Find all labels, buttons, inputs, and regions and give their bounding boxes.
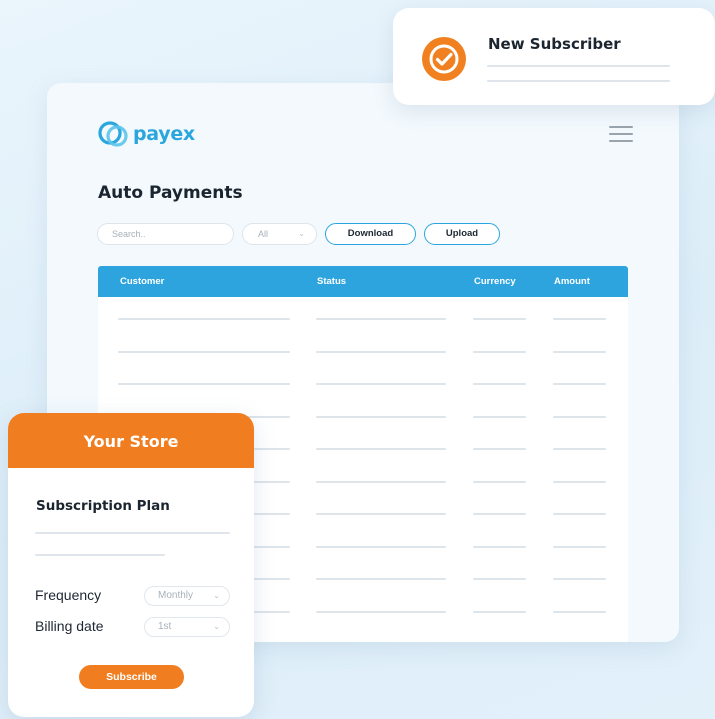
new-subscriber-notification[interactable]: New Subscriber (393, 8, 715, 105)
cell-placeholder-line (553, 415, 606, 418)
column-currency[interactable]: Currency (474, 266, 516, 297)
cell-placeholder-line (473, 350, 526, 353)
cell-placeholder-line (316, 415, 446, 418)
brand-name: payex (133, 123, 195, 145)
cell-placeholder-line (553, 383, 606, 385)
payex-logo-icon (98, 121, 128, 147)
cell-placeholder-line (473, 318, 526, 320)
payex-logo[interactable]: payex (97, 119, 195, 149)
frequency-label: Frequency (35, 587, 102, 603)
column-customer[interactable]: Customer (120, 266, 164, 297)
cell-placeholder-line (553, 545, 606, 548)
billing-date-value: 1st (158, 621, 172, 632)
cell-placeholder-line (316, 448, 446, 450)
cell-placeholder-line (553, 318, 606, 320)
column-status[interactable]: Status (317, 266, 346, 297)
page-title: Auto Payments (98, 183, 243, 203)
your-store-card: Your Store Subscription Plan Frequency M… (8, 413, 254, 717)
cell-placeholder-line (553, 578, 606, 580)
store-header: Your Store (8, 413, 254, 468)
cell-placeholder-line (473, 415, 526, 418)
cell-placeholder-line (316, 318, 446, 320)
cell-placeholder-line (316, 545, 446, 548)
chevron-down-icon: ⌄ (213, 622, 220, 631)
chevron-down-icon: ⌄ (213, 591, 220, 600)
frequency-value: Monthly (158, 590, 194, 601)
cell-placeholder-line (316, 480, 446, 483)
cell-placeholder-line (118, 350, 290, 353)
column-amount[interactable]: Amount (554, 266, 590, 297)
cell-placeholder-line (473, 578, 526, 580)
subscribe-button[interactable]: Subscribe (79, 665, 184, 689)
upload-button[interactable]: Upload (424, 223, 500, 245)
cell-placeholder-line (473, 448, 526, 450)
notification-title: New Subscriber (488, 35, 621, 53)
cell-placeholder-line (316, 383, 446, 385)
cell-placeholder-line (473, 513, 526, 515)
billing-date-label: Billing date (35, 618, 104, 634)
cell-placeholder-line (316, 610, 446, 613)
check-circle-icon (422, 37, 466, 81)
cell-placeholder-line (316, 350, 446, 353)
plan-description-line (35, 532, 230, 534)
cell-placeholder-line (118, 383, 290, 385)
cell-placeholder-line (553, 448, 606, 450)
plan-description-line (35, 554, 165, 556)
notification-text-line (487, 80, 670, 82)
chevron-down-icon: ⌄ (298, 229, 305, 238)
search-input[interactable] (97, 223, 234, 245)
hamburger-menu-icon[interactable] (609, 126, 633, 144)
cell-placeholder-line (553, 610, 606, 613)
table-header: Customer Status Currency Amount (98, 266, 628, 297)
cell-placeholder-line (118, 318, 290, 320)
status-filter-select[interactable]: All ⌄ (242, 223, 317, 245)
cell-placeholder-line (553, 513, 606, 515)
billing-date-select[interactable]: 1st ⌄ (144, 617, 230, 637)
cell-placeholder-line (473, 383, 526, 385)
notification-text-line (487, 65, 670, 67)
subscription-plan-title: Subscription Plan (36, 498, 170, 514)
cell-placeholder-line (316, 513, 446, 515)
cell-placeholder-line (316, 578, 446, 580)
cell-placeholder-line (553, 480, 606, 483)
cell-placeholder-line (553, 350, 606, 353)
cell-placeholder-line (473, 610, 526, 613)
filter-value: All (258, 229, 269, 239)
cell-placeholder-line (473, 480, 526, 483)
cell-placeholder-line (473, 545, 526, 548)
download-button[interactable]: Download (325, 223, 416, 245)
frequency-select[interactable]: Monthly ⌄ (144, 586, 230, 606)
